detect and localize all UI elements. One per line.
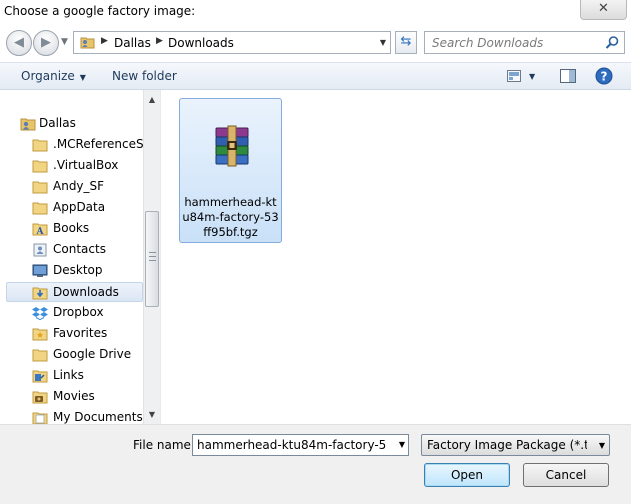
user-folder-icon <box>20 118 36 131</box>
file-item-selected[interactable]: hammerhead-ktu84m-factory-53ff95bf.tgz <box>179 98 282 243</box>
navigation-pane-scrollbar[interactable]: ▲ ▼ <box>143 90 160 424</box>
breadcrumb-separator-icon[interactable]: ▶ <box>101 36 108 46</box>
dialog-footer: File name: ▼ Factory Image Package (*.tg… <box>0 424 631 504</box>
dropbox-icon <box>32 307 48 320</box>
file-open-dialog: Choose a google factory image: ✕ ◀ ▶ ▼ ▶… <box>0 0 631 504</box>
navigation-pane: Dallas .MCReferenceSdl .VirtualBox Andy_… <box>0 90 160 424</box>
sidebar-item-dropbox[interactable]: Dropbox <box>28 303 143 323</box>
new-folder-button[interactable]: New folder <box>112 69 177 83</box>
refresh-icon: ⇆ <box>400 34 412 49</box>
sidebar-item-virtualbox[interactable]: .VirtualBox <box>28 156 143 176</box>
cancel-button[interactable]: Cancel <box>523 463 609 487</box>
file-name-combobox[interactable]: ▼ <box>192 434 409 456</box>
svg-text:A: A <box>36 227 45 236</box>
favorites-folder-icon <box>32 328 48 341</box>
close-icon: ✕ <box>598 1 609 16</box>
view-dropdown-icon[interactable]: ▼ <box>529 72 535 81</box>
forward-arrow-icon: ▶ <box>41 35 51 50</box>
navigation-bar: ◀ ▶ ▼ ▶ Dallas ▶ Downloads ▼ ⇆ <box>0 24 631 62</box>
chevron-down-icon: ▼ <box>79 73 86 82</box>
breadcrumb-dallas[interactable]: Dallas <box>114 36 151 50</box>
scroll-up-icon[interactable]: ▲ <box>144 92 160 108</box>
folder-icon <box>32 349 48 362</box>
sidebar-item-desktop[interactable]: Desktop <box>28 261 143 281</box>
open-button[interactable]: Open <box>424 463 510 487</box>
sidebar-item-favorites[interactable]: Favorites <box>28 324 143 344</box>
search-icon[interactable] <box>605 35 620 50</box>
help-icon[interactable]: ? <box>595 67 613 85</box>
file-type-select[interactable]: Factory Image Package (*.tgz;*. ▼ <box>421 434 610 456</box>
documents-folder-icon <box>32 412 48 424</box>
sidebar-item-books[interactable]: A Books <box>28 219 143 239</box>
file-type-value: Factory Image Package (*.tgz;*. <box>427 438 587 452</box>
sidebar-item-andy-sf[interactable]: Andy_SF <box>28 177 143 197</box>
folder-icon <box>32 139 48 152</box>
chevron-down-icon: ▼ <box>598 441 605 450</box>
file-list-pane: hammerhead-ktu84m-factory-53ff95bf.tgz <box>160 90 631 424</box>
file-name-label: hammerhead-ktu84m-factory-53ff95bf.tgz <box>182 195 279 239</box>
sidebar-item-label: AppData <box>53 200 106 214</box>
sidebar-item-label: .VirtualBox <box>53 158 119 172</box>
sidebar-item-label: Contacts <box>53 242 106 256</box>
file-name-input[interactable] <box>193 435 391 455</box>
sidebar-item-label: Favorites <box>53 326 108 340</box>
sidebar-item-google-drive[interactable]: Google Drive <box>28 345 143 365</box>
sidebar-item-movies[interactable]: Movies <box>28 387 143 407</box>
sidebar-item-downloads[interactable]: Downloads <box>6 282 143 302</box>
sidebar-item-label: Desktop <box>53 263 103 277</box>
recent-locations-dropdown[interactable]: ▼ <box>61 37 68 47</box>
breadcrumb-downloads[interactable]: Downloads <box>168 36 234 50</box>
sidebar-item-mcreferencesdl[interactable]: .MCReferenceSdl <box>28 135 143 155</box>
address-bar[interactable]: ▶ Dallas ▶ Downloads ▼ <box>73 31 391 54</box>
refresh-button[interactable]: ⇆ <box>395 31 417 54</box>
movies-folder-icon <box>32 391 48 404</box>
sidebar-item-label: Andy_SF <box>53 179 105 193</box>
sidebar-item-contacts[interactable]: Contacts <box>28 240 143 260</box>
breadcrumb-separator-icon[interactable]: ▶ <box>156 36 163 46</box>
grip-icon <box>149 252 156 261</box>
chevron-down-icon[interactable]: ▼ <box>399 440 405 449</box>
preview-pane-icon[interactable] <box>560 69 576 83</box>
scroll-down-icon[interactable]: ▼ <box>144 407 160 423</box>
address-dropdown-icon[interactable]: ▼ <box>380 38 386 47</box>
desktop-folder-icon <box>32 264 48 277</box>
sidebar-item-label: .MCReferenceSdl <box>53 137 143 151</box>
organize-label: Organize <box>21 69 75 83</box>
title-bar: Choose a google factory image: ✕ <box>0 0 631 24</box>
user-folder-icon <box>80 37 95 49</box>
back-arrow-icon: ◀ <box>14 35 24 50</box>
sidebar-item-label: Movies <box>53 389 95 403</box>
view-options-icon[interactable] <box>507 70 521 82</box>
contacts-folder-icon <box>33 243 47 257</box>
dialog-title: Choose a google factory image: <box>4 4 196 18</box>
back-button[interactable]: ◀ <box>6 30 32 56</box>
search-box[interactable] <box>424 31 625 54</box>
forward-button[interactable]: ▶ <box>33 30 59 56</box>
sidebar-item-label: Books <box>53 221 90 235</box>
folder-icon <box>32 202 48 215</box>
sidebar-item-label: My Documents <box>53 410 143 424</box>
search-input[interactable] <box>425 32 603 53</box>
sidebar-item-label: Dropbox <box>53 305 104 319</box>
organize-button[interactable]: Organize ▼ <box>21 69 86 83</box>
sidebar-item-links[interactable]: Links <box>28 366 143 386</box>
command-toolbar: Organize ▼ New folder ▼ ? <box>0 62 631 90</box>
sidebar-item-label: Dallas <box>39 116 76 130</box>
sidebar-item-dallas[interactable]: Dallas <box>16 114 153 134</box>
folder-icon <box>32 160 48 173</box>
folder-icon <box>32 181 48 194</box>
books-folder-icon: A <box>32 223 48 236</box>
sidebar-item-label: Links <box>53 368 84 382</box>
sidebar-item-appdata[interactable]: AppData <box>28 198 143 218</box>
winrar-archive-icon <box>215 125 249 167</box>
sidebar-item-my-documents[interactable]: My Documents <box>28 408 143 424</box>
scrollbar-thumb[interactable] <box>145 211 159 307</box>
links-folder-icon <box>32 370 48 383</box>
downloads-folder-icon <box>32 287 48 300</box>
close-button[interactable]: ✕ <box>580 0 627 20</box>
sidebar-item-label: Google Drive <box>53 347 132 361</box>
sidebar-item-label: Downloads <box>53 285 119 299</box>
file-name-label: File name: <box>133 438 195 452</box>
svg-text:?: ? <box>601 70 608 84</box>
